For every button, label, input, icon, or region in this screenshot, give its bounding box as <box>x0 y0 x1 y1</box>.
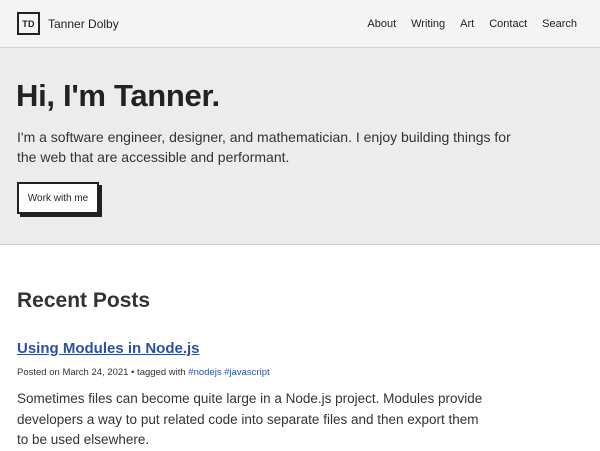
nav-item-art[interactable]: Art <box>460 17 474 31</box>
nav-item-contact[interactable]: Contact <box>489 17 527 31</box>
post-meta-posted-label: Posted on <box>17 367 60 378</box>
hero-description: I'm a software engineer, designer, and m… <box>17 129 511 165</box>
post-meta: Posted on March 24, 2021 • tagged with #… <box>17 367 270 379</box>
hero-title: Hi, I'm Tanner. <box>16 78 220 113</box>
hero-section: Hi, I'm Tanner. I'm a software engineer,… <box>0 48 600 245</box>
tag-link-javascript[interactable]: #javascript <box>224 367 269 378</box>
work-with-me-button[interactable]: Work with me <box>17 182 99 214</box>
nav-item-search[interactable]: Search <box>542 17 577 31</box>
site-header: TD Tanner Dolby About Writing Art Contac… <box>0 0 600 48</box>
post-meta-tagged-label: • tagged with <box>131 367 186 378</box>
tag-link-nodejs[interactable]: #nodejs <box>188 367 221 378</box>
recent-posts-heading: Recent Posts <box>17 289 151 312</box>
site-logo[interactable]: TD <box>17 12 40 35</box>
main-nav: About Writing Art Contact Search <box>367 17 577 31</box>
nav-item-about[interactable]: About <box>367 17 396 31</box>
post-date: March 24, 2021 <box>62 367 129 378</box>
post-excerpt: Sometimes files can become quite large i… <box>17 391 483 447</box>
nav-item-writing[interactable]: Writing <box>411 17 445 31</box>
site-name-link[interactable]: Tanner Dolby <box>48 17 119 31</box>
post-title-link[interactable]: Using Modules in Node.js <box>17 340 200 358</box>
